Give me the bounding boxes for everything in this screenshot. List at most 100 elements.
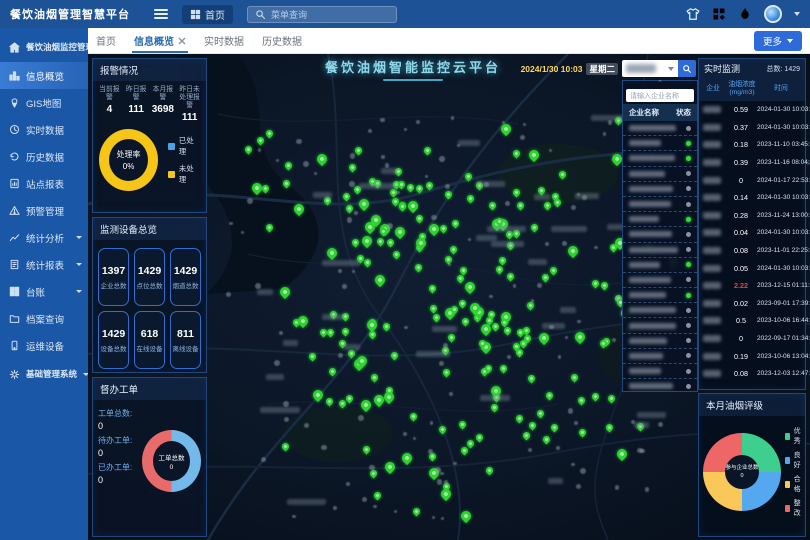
map-marker-pin[interactable]	[427, 283, 437, 293]
map-marker-pin[interactable]	[425, 181, 435, 191]
map-marker-pin[interactable]	[397, 179, 407, 189]
map-marker-pin[interactable]	[527, 420, 537, 430]
sidebar-item-6[interactable]: 统计分析	[0, 224, 88, 251]
map-marker-pin[interactable]	[591, 279, 601, 289]
map-marker-pin[interactable]	[351, 237, 361, 247]
map-marker-pin[interactable]	[408, 412, 418, 422]
sidebar-item-7[interactable]: 统计报表	[0, 251, 88, 278]
tab-2[interactable]: 实时数据	[204, 28, 244, 53]
map-marker-pin[interactable]	[458, 420, 468, 430]
map-marker-pin[interactable]	[264, 223, 274, 233]
map-marker-pin[interactable]	[383, 460, 397, 474]
map-marker-pin[interactable]	[511, 149, 521, 159]
realtime-row[interactable]: 0.022023-09-01 17:39:00	[699, 295, 805, 313]
map-marker-pin[interactable]	[243, 145, 253, 155]
map-marker-pin[interactable]	[324, 397, 334, 407]
more-button[interactable]: 更多	[754, 31, 802, 51]
company-list-row[interactable]	[623, 227, 697, 242]
menu-search-input[interactable]: 菜单查询	[247, 6, 397, 23]
map-marker-pin[interactable]	[599, 281, 609, 291]
map-marker-pin[interactable]	[543, 201, 553, 211]
map-marker-pin[interactable]	[448, 245, 458, 255]
map-marker-pin[interactable]	[512, 188, 522, 198]
map-marker-pin[interactable]	[527, 373, 537, 383]
map-marker-pin[interactable]	[260, 184, 270, 194]
map-marker-pin[interactable]	[315, 152, 329, 166]
realtime-row[interactable]: 0.042024-01-30 10:03:00	[699, 224, 805, 242]
map-marker-pin[interactable]	[284, 160, 294, 170]
map-marker-pin[interactable]	[457, 298, 467, 308]
map-marker-pin[interactable]	[446, 333, 456, 343]
map-marker-pin[interactable]	[565, 244, 579, 258]
company-search-button[interactable]	[678, 60, 696, 77]
sidebar-item-4[interactable]: 站点报表	[0, 170, 88, 197]
map-marker-pin[interactable]	[463, 172, 473, 182]
map-marker-pin[interactable]	[604, 422, 614, 432]
map-marker-pin[interactable]	[541, 435, 551, 445]
map-marker-pin[interactable]	[541, 272, 551, 282]
map-marker-pin[interactable]	[376, 237, 386, 247]
sidebar-group-base-system[interactable]: 基础管理系统	[0, 359, 88, 389]
map-marker-pin[interactable]	[359, 398, 373, 412]
map-marker-pin[interactable]	[423, 145, 433, 155]
map-marker-pin[interactable]	[411, 507, 421, 517]
menu-toggle-icon[interactable]	[154, 9, 168, 19]
company-list-row[interactable]	[623, 364, 697, 379]
map-marker-pin[interactable]	[278, 285, 292, 299]
realtime-row[interactable]: 0.392023-11-16 08:04:00	[699, 154, 805, 172]
realtime-row[interactable]: 02022-09-17 01:34:00	[699, 330, 805, 348]
map-marker-pin[interactable]	[365, 318, 379, 332]
map-marker-pin[interactable]	[282, 178, 292, 188]
realtime-row[interactable]: 0.52023-10-06 16:44:00	[699, 312, 805, 330]
map-marker-pin[interactable]	[438, 223, 448, 233]
map-marker-pin[interactable]	[360, 234, 374, 248]
map-marker-pin[interactable]	[475, 432, 485, 442]
map-marker-pin[interactable]	[344, 203, 354, 213]
map-marker-pin[interactable]	[441, 367, 451, 377]
sidebar-group-monitoring-system[interactable]: 餐饮油烟监控管理系统	[0, 32, 88, 62]
realtime-row[interactable]: 0.372024-01-30 10:03:00	[699, 119, 805, 137]
company-name-input[interactable]: 请输入企业名称	[626, 89, 694, 102]
map-marker-pin[interactable]	[341, 327, 351, 337]
map-marker-pin[interactable]	[549, 266, 559, 276]
sidebar-item-3[interactable]: 历史数据	[0, 143, 88, 170]
map-marker-pin[interactable]	[444, 189, 454, 199]
map-marker-pin[interactable]	[415, 213, 425, 223]
map-marker-pin[interactable]	[437, 425, 447, 435]
map-marker-pin[interactable]	[393, 225, 407, 239]
tab-1[interactable]: 信息概览	[134, 28, 186, 53]
map-marker-pin[interactable]	[392, 250, 402, 260]
chevron-down-icon[interactable]	[794, 12, 800, 16]
theme-skin-icon[interactable]	[686, 7, 700, 21]
map-marker-pin[interactable]	[499, 122, 513, 136]
sidebar-item-2[interactable]: 实时数据	[0, 116, 88, 143]
realtime-row[interactable]: 0.182023-11-10 03:45:00	[699, 136, 805, 154]
company-list-row[interactable]	[623, 303, 697, 318]
map-marker-pin[interactable]	[485, 466, 495, 476]
company-list-row[interactable]	[623, 167, 697, 182]
realtime-row[interactable]: 02024-01-17 22:53:00	[699, 171, 805, 189]
realtime-row[interactable]: 0.192023-10-06 13:04:00	[699, 347, 805, 365]
map-marker-pin[interactable]	[357, 197, 371, 211]
map-marker-pin[interactable]	[545, 391, 555, 401]
realtime-row[interactable]: 0.052024-01-30 10:03:00	[699, 259, 805, 277]
sidebar-item-9[interactable]: 档案查询	[0, 305, 88, 332]
realtime-row[interactable]: 0.142024-01-30 10:03:00	[699, 189, 805, 207]
map-marker-pin[interactable]	[292, 202, 306, 216]
map-marker-pin[interactable]	[255, 135, 265, 145]
map-marker-pin[interactable]	[373, 273, 387, 287]
map-marker-pin[interactable]	[373, 491, 383, 501]
company-select[interactable]	[622, 60, 678, 77]
map-marker-pin[interactable]	[615, 447, 629, 461]
sidebar-item-8[interactable]: 台账	[0, 278, 88, 305]
map-marker-pin[interactable]	[400, 451, 414, 465]
company-list-row[interactable]	[623, 349, 697, 364]
map-marker-pin[interactable]	[569, 373, 579, 383]
map-marker-pin[interactable]	[558, 170, 568, 180]
company-list-row[interactable]	[623, 258, 697, 273]
map-marker-pin[interactable]	[327, 366, 337, 376]
map-marker-pin[interactable]	[390, 351, 400, 361]
map-marker-pin[interactable]	[363, 258, 373, 268]
map-marker-pin[interactable]	[515, 414, 525, 424]
sidebar-item-10[interactable]: 运维设备	[0, 332, 88, 359]
